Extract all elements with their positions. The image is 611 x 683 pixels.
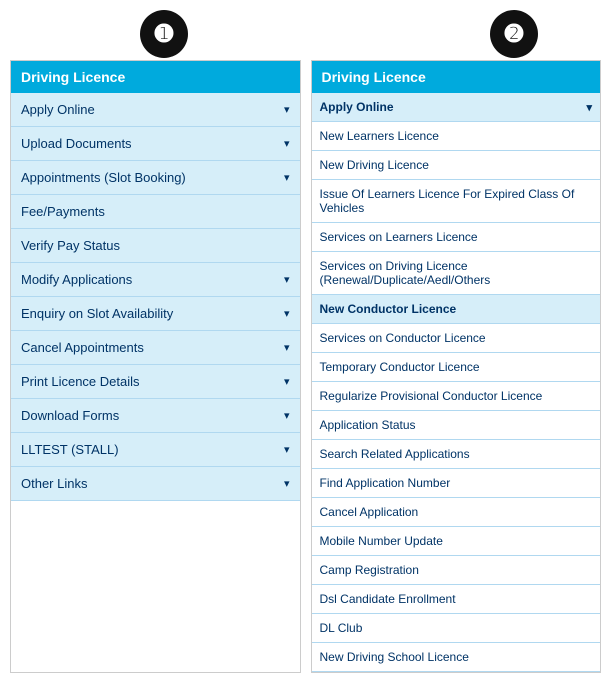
right-item-label: Cancel Application — [320, 505, 419, 519]
right-item[interactable]: Dsl Candidate Enrollment — [312, 585, 601, 614]
left-item[interactable]: Download Forms ▾ — [11, 399, 300, 433]
right-item-label: Services on Driving Licence (Renewal/Dup… — [320, 259, 593, 287]
right-item-label: Find Application Number — [320, 476, 451, 490]
chevron-down-icon: ▾ — [284, 103, 290, 116]
right-item[interactable]: Camp Registration — [312, 556, 601, 585]
left-item-label: Fee/Payments — [21, 204, 105, 219]
right-item-label: Dsl Candidate Enrollment — [320, 592, 456, 606]
left-item-label: Cancel Appointments — [21, 340, 144, 355]
right-item[interactable]: DL Club — [312, 614, 601, 643]
chevron-down-icon: ▾ — [284, 443, 290, 456]
right-item[interactable]: New Conductor Licence — [312, 295, 601, 324]
right-item-label: Camp Registration — [320, 563, 419, 577]
right-panel: Driving Licence Apply Online ▾ New Learner… — [311, 60, 602, 673]
right-item[interactable]: Apply Online ▾ — [312, 93, 601, 122]
left-item[interactable]: Verify Pay Status — [11, 229, 300, 263]
right-items-container: Apply Online ▾ New Learners Licence New Dri… — [312, 93, 601, 672]
right-item-label: Apply Online — [320, 100, 394, 114]
right-item[interactable]: Mobile Number Update — [312, 527, 601, 556]
right-item-label: New Learners Licence — [320, 129, 439, 143]
chevron-down-icon: ▾ — [284, 409, 290, 422]
left-panel: Driving Licence Apply Online▾Upload Docu… — [10, 60, 301, 673]
left-item-label: Enquiry on Slot Availability — [21, 306, 173, 321]
left-item[interactable]: Fee/Payments — [11, 195, 300, 229]
chevron-down-icon: ▾ — [284, 273, 290, 286]
chevron-down-icon: ▾ — [284, 307, 290, 320]
left-item-label: Appointments (Slot Booking) — [21, 170, 186, 185]
left-item-label: Verify Pay Status — [21, 238, 120, 253]
right-item-label: Temporary Conductor Licence — [320, 360, 480, 374]
left-item-label: Other Links — [21, 476, 87, 491]
left-item[interactable]: Appointments (Slot Booking) ▾ — [11, 161, 300, 195]
chevron-down-icon: ▾ — [284, 477, 290, 490]
left-item-label: Apply Online — [21, 102, 95, 117]
right-item-label: New Driving School Licence — [320, 650, 469, 664]
right-item-label: Mobile Number Update — [320, 534, 443, 548]
left-item[interactable]: Apply Online ▾ — [11, 93, 300, 127]
right-item-label: Regularize Provisional Conductor Licence — [320, 389, 543, 403]
right-item[interactable]: Services on Conductor Licence — [312, 324, 601, 353]
right-item-label: Application Status — [320, 418, 416, 432]
right-item[interactable]: Find Application Number — [312, 469, 601, 498]
left-item[interactable]: Other Links ▾ — [11, 467, 300, 501]
left-item-label: Print Licence Details — [21, 374, 140, 389]
chevron-down-icon: ▾ — [284, 341, 290, 354]
left-item-label: Modify Applications — [21, 272, 132, 287]
right-item[interactable]: New Driving School Licence — [312, 643, 601, 672]
badge-1: ➊ — [140, 10, 188, 58]
right-item-label: Services on Conductor Licence — [320, 331, 486, 345]
left-item[interactable]: Enquiry on Slot Availability ▾ — [11, 297, 300, 331]
main-container: ➊ ➋ Driving Licence Apply Online▾Upload … — [10, 10, 601, 673]
right-item[interactable]: Search Related Applications — [312, 440, 601, 469]
badge-2: ➋ — [490, 10, 538, 58]
right-item[interactable]: New Driving Licence — [312, 151, 601, 180]
chevron-down-icon: ▾ — [284, 171, 290, 184]
right-item-label: Search Related Applications — [320, 447, 470, 461]
right-item[interactable]: Temporary Conductor Licence — [312, 353, 601, 382]
right-item[interactable]: Services on Driving Licence (Renewal/Dup… — [312, 252, 601, 295]
right-item[interactable]: New Learners Licence — [312, 122, 601, 151]
chevron-down-icon: ▾ — [284, 137, 290, 150]
right-item-label: New Driving Licence — [320, 158, 429, 172]
left-item-label: Upload Documents — [21, 136, 132, 151]
left-item[interactable]: LLTEST (STALL) ▾ — [11, 433, 300, 467]
right-item-label: Issue Of Learners Licence For Expired Cl… — [320, 187, 593, 215]
right-item[interactable]: Application Status — [312, 411, 601, 440]
right-item-label: DL Club — [320, 621, 363, 635]
left-item[interactable]: Modify Applications ▾ — [11, 263, 300, 297]
left-item-label: Download Forms — [21, 408, 119, 423]
chevron-down-icon: ▾ — [284, 375, 290, 388]
right-item[interactable]: Issue Of Learners Licence For Expired Cl… — [312, 180, 601, 223]
right-item[interactable]: Regularize Provisional Conductor Licence — [312, 382, 601, 411]
right-item[interactable]: Cancel Application — [312, 498, 601, 527]
right-item[interactable]: Services on Learners Licence — [312, 223, 601, 252]
right-panel-header: Driving Licence — [312, 61, 601, 93]
left-item[interactable]: Upload Documents ▾ — [11, 127, 300, 161]
left-panel-header: Driving Licence — [11, 61, 300, 93]
right-item-label: New Conductor Licence — [320, 302, 457, 316]
left-items-container: Apply Online▾Upload Documents▾Appointmen… — [11, 93, 300, 501]
left-item-label: LLTEST (STALL) — [21, 442, 119, 457]
left-item[interactable]: Cancel Appointments ▾ — [11, 331, 300, 365]
chevron-down-icon: ▾ — [586, 101, 592, 114]
right-item-label: Services on Learners Licence — [320, 230, 478, 244]
left-item[interactable]: Print Licence Details ▾ — [11, 365, 300, 399]
